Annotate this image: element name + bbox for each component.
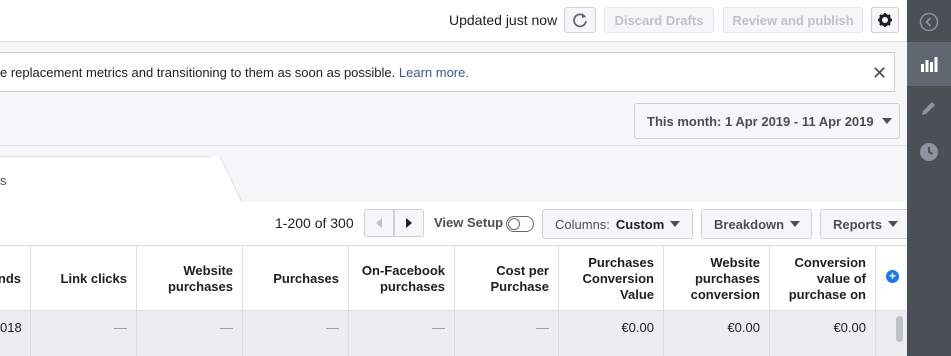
- table-cell: €0.00: [664, 311, 770, 356]
- table-cell: —: [137, 311, 243, 356]
- column-header[interactable]: Cost per Purchase: [455, 247, 559, 311]
- column-header[interactable]: Website purchases: [137, 247, 243, 311]
- column-header[interactable]: Conversion value of purchase on: [770, 247, 876, 311]
- chevron-down-icon: [881, 118, 892, 124]
- table-cell: 018: [0, 311, 31, 356]
- rail-item-history[interactable]: [907, 130, 951, 174]
- columns-dropdown[interactable]: Columns: Custom: [542, 209, 693, 239]
- tab-ads[interactable]: s: [0, 156, 220, 202]
- add-column-icon[interactable]: +: [886, 270, 899, 283]
- updated-status: Updated just now: [449, 12, 558, 28]
- reports-dropdown[interactable]: Reports: [820, 209, 920, 239]
- close-icon[interactable]: ✕: [872, 63, 887, 84]
- chevron-down-icon: [888, 221, 899, 227]
- column-header[interactable]: nds: [0, 247, 31, 311]
- clock-icon: [920, 143, 938, 161]
- pencil-icon: [922, 102, 935, 115]
- next-page-button[interactable]: [394, 209, 424, 237]
- date-range-label: This month: 1 Apr 2019 - 11 Apr 2019: [647, 113, 874, 129]
- review-publish-button[interactable]: Review and publish: [723, 7, 863, 33]
- table-cell: —: [349, 311, 455, 356]
- gear-icon: [878, 13, 892, 27]
- view-setup-toggle[interactable]: [506, 216, 534, 232]
- metrics-notice-banner: e replacement metrics and transitioning …: [0, 52, 895, 92]
- column-header[interactable]: Website purchases conversion: [664, 247, 770, 311]
- refresh-icon: [573, 13, 587, 28]
- table-cell: €0.00: [770, 311, 876, 356]
- table-toolbar: 1-200 of 300 View Setup Columns: Custom …: [0, 202, 920, 246]
- notice-message: e replacement metrics and transitioning …: [0, 65, 469, 80]
- right-rail: [907, 0, 951, 356]
- chevron-right-icon: [406, 218, 412, 228]
- collapse-button[interactable]: [907, 0, 951, 44]
- breakdown-dropdown[interactable]: Breakdown: [701, 209, 812, 239]
- top-bar: Updated just now Discard Drafts Review a…: [0, 0, 907, 42]
- table-cell: —: [455, 311, 559, 356]
- column-header[interactable]: On-Facebook purchases: [349, 247, 455, 311]
- rail-item-edit[interactable]: [907, 86, 951, 130]
- table-header: nds Link clicks Website purchases Purcha…: [0, 247, 907, 311]
- bar-chart-icon: [921, 57, 938, 72]
- table-cell: —: [31, 311, 137, 356]
- tab-label: s: [0, 173, 7, 188]
- toggle-knob: [508, 218, 520, 230]
- tab-area: s: [0, 146, 907, 202]
- table-cell: €0.00: [559, 311, 664, 356]
- column-header[interactable]: Purchases Conversion Value: [559, 247, 664, 311]
- discard-drafts-button[interactable]: Discard Drafts: [604, 7, 714, 33]
- table-cell: —: [243, 311, 349, 356]
- breakdown-label: Breakdown: [714, 216, 785, 232]
- pagination-range: 1-200 of 300: [275, 215, 354, 231]
- chevron-down-icon: [790, 221, 801, 227]
- view-setup-label: View Setup: [434, 215, 504, 230]
- chevron-down-icon: [670, 221, 681, 227]
- column-header[interactable]: Link clicks: [31, 247, 137, 311]
- rail-item-reports[interactable]: [907, 42, 951, 86]
- columns-prefix: Columns:: [555, 216, 610, 232]
- date-range-picker[interactable]: This month: 1 Apr 2019 - 11 Apr 2019: [634, 103, 900, 139]
- vertical-scrollbar[interactable]: [896, 316, 903, 342]
- chevron-left-icon: [919, 12, 939, 32]
- learn-more-link[interactable]: Learn more.: [399, 65, 469, 80]
- column-header[interactable]: Purchases: [243, 247, 349, 311]
- table-row[interactable]: 018 — — — — — €0.00 €0.00 €0.00: [0, 311, 907, 356]
- columns-value: Custom: [615, 216, 665, 232]
- settings-button[interactable]: [871, 7, 899, 33]
- previous-page-button[interactable]: [364, 209, 394, 237]
- reports-label: Reports: [833, 216, 883, 232]
- date-bar: This month: 1 Apr 2019 - 11 Apr 2019: [0, 102, 907, 146]
- refresh-button[interactable]: [564, 7, 596, 33]
- chevron-left-icon: [376, 218, 382, 228]
- tab-edge: [212, 156, 242, 202]
